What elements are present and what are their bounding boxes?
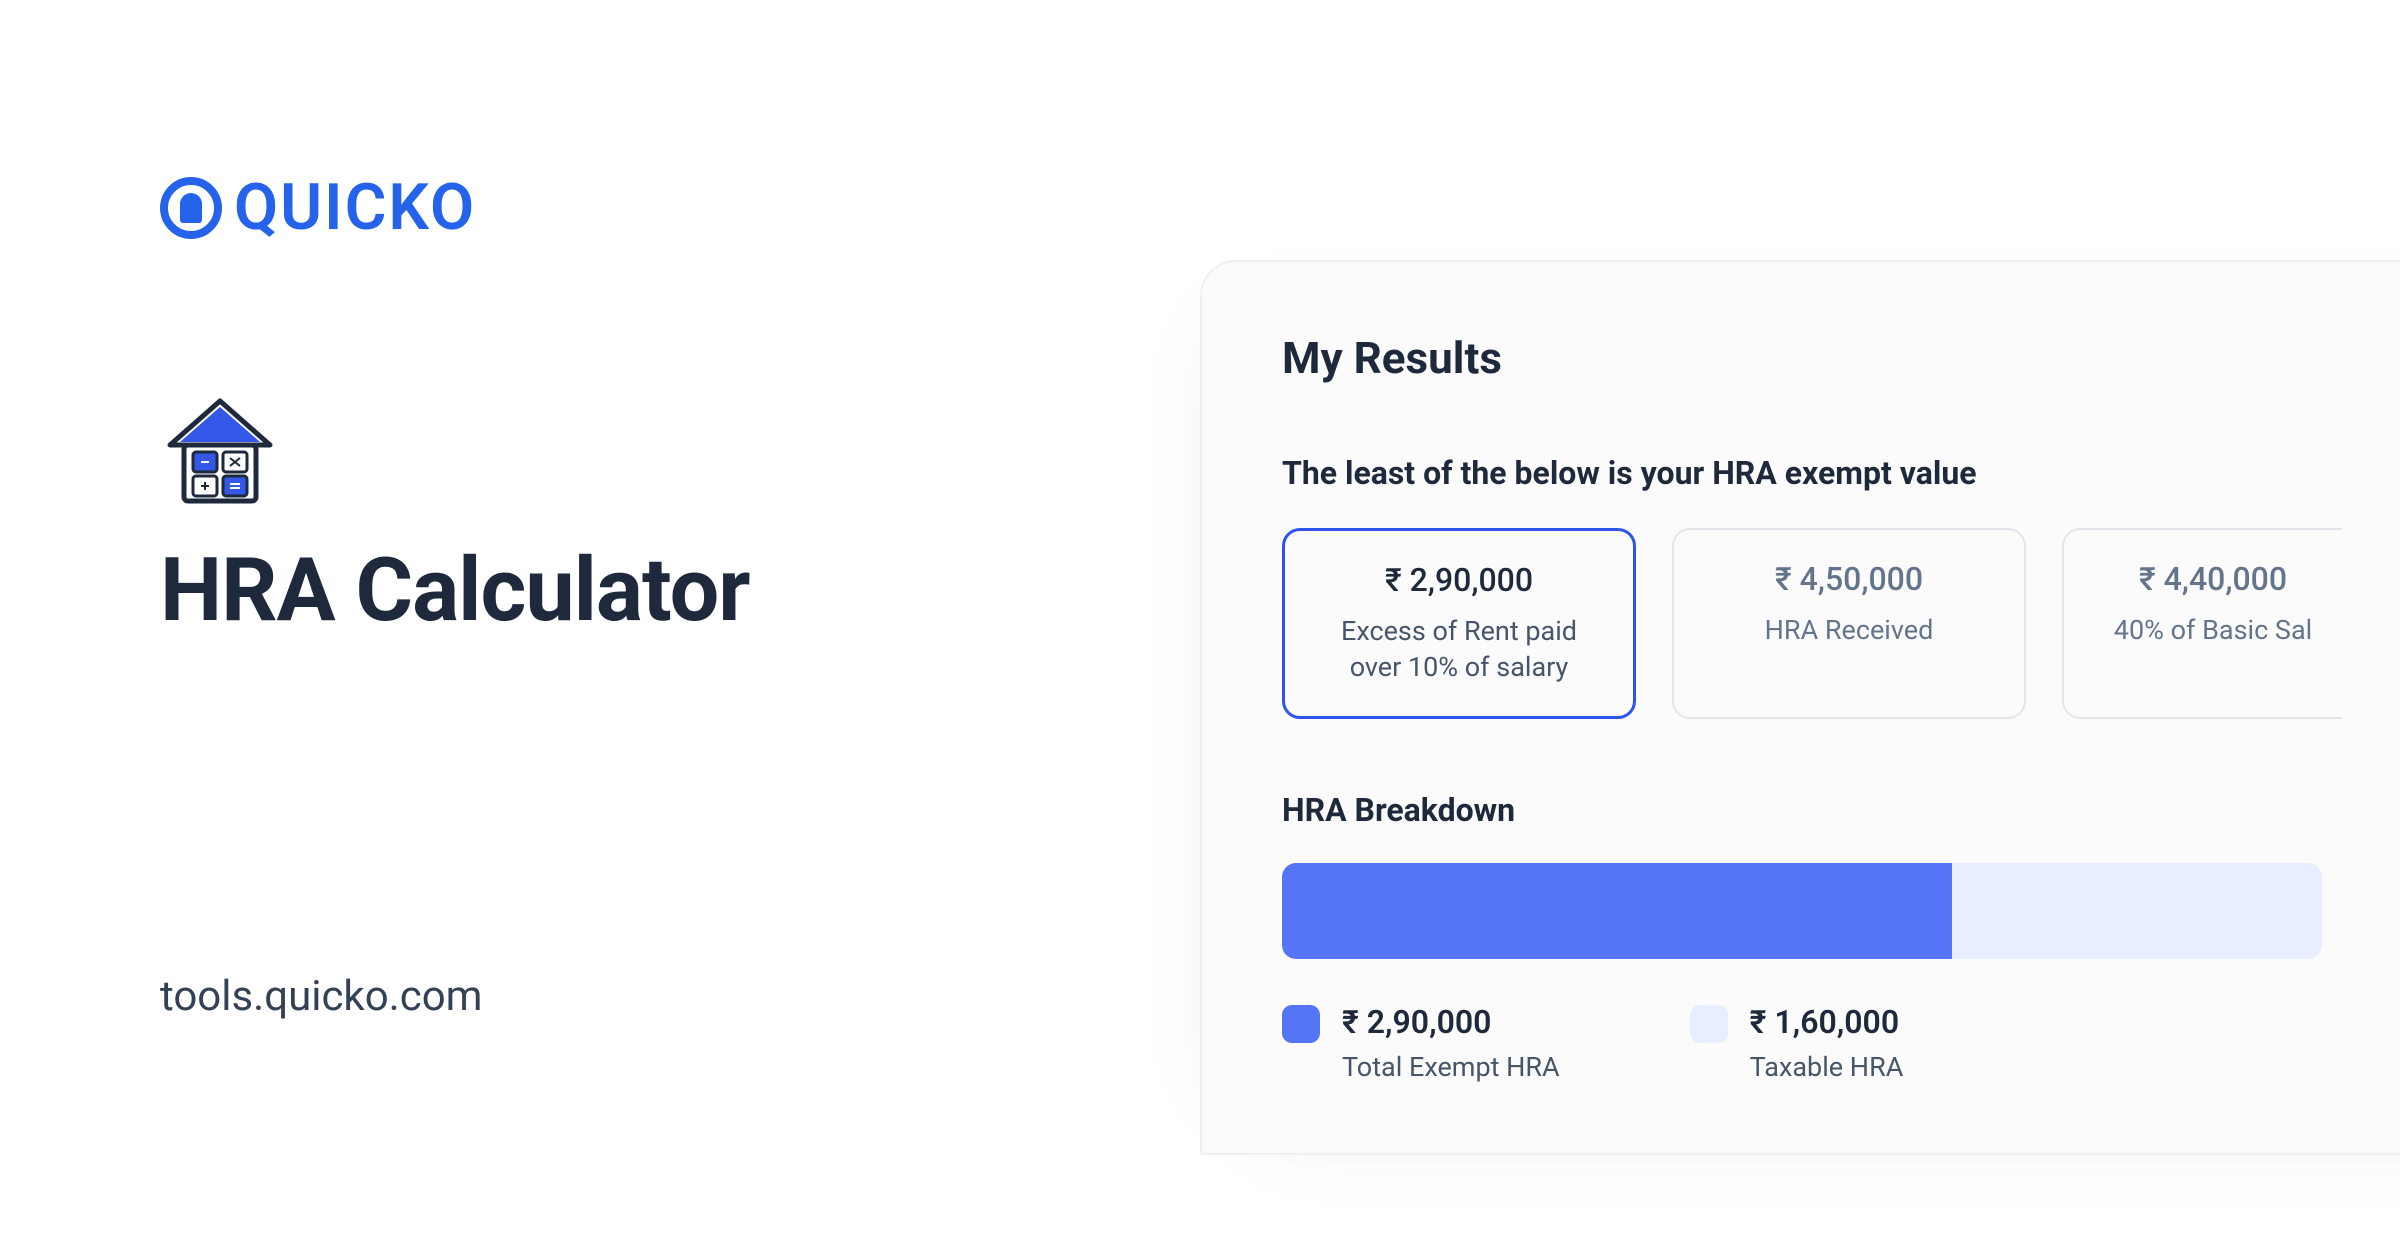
legend-taxable: ₹ 1,60,000 Taxable HRA bbox=[1690, 1003, 1904, 1083]
legend-value: ₹ 2,90,000 bbox=[1342, 1003, 1560, 1041]
legend-value: ₹ 1,60,000 bbox=[1750, 1003, 1904, 1041]
result-tiles: ₹ 2,90,000 Excess of Rent paid over 10% … bbox=[1282, 528, 2400, 719]
page-title: HRA Calculator bbox=[160, 539, 1100, 642]
results-heading: My Results bbox=[1282, 332, 2400, 384]
tile-basic-salary-pct[interactable]: ₹ 4,40,000 40% of Basic Sal bbox=[2062, 528, 2342, 719]
legend-name: Total Exempt HRA bbox=[1342, 1051, 1560, 1083]
breakdown-legend: ₹ 2,90,000 Total Exempt HRA ₹ 1,60,000 T… bbox=[1282, 1003, 2400, 1083]
legend-name: Taxable HRA bbox=[1750, 1051, 1904, 1083]
site-url: tools.quicko.com bbox=[160, 972, 1100, 1021]
legend-swatch-icon bbox=[1282, 1005, 1320, 1043]
tile-excess-rent[interactable]: ₹ 2,90,000 Excess of Rent paid over 10% … bbox=[1282, 528, 1636, 719]
tile-hra-received[interactable]: ₹ 4,50,000 HRA Received bbox=[1672, 528, 2026, 719]
tile-label: HRA Received bbox=[1694, 612, 2004, 648]
tile-amount: ₹ 4,50,000 bbox=[1694, 560, 2004, 598]
results-subhead: The least of the below is your HRA exemp… bbox=[1282, 454, 2400, 492]
legend-exempt: ₹ 2,90,000 Total Exempt HRA bbox=[1282, 1003, 1560, 1083]
breakdown-bar bbox=[1282, 863, 2322, 959]
tile-amount: ₹ 4,40,000 bbox=[2084, 560, 2342, 598]
tile-label: 40% of Basic Sal bbox=[2084, 612, 2342, 648]
breakdown-bar-exempt bbox=[1282, 863, 1952, 959]
brand-logo-icon bbox=[160, 177, 222, 239]
brand-logo: QUICKO bbox=[160, 170, 1100, 245]
tile-label: Excess of Rent paid over 10% of salary bbox=[1305, 613, 1613, 686]
tile-amount: ₹ 2,90,000 bbox=[1305, 561, 1613, 599]
legend-swatch-icon bbox=[1690, 1005, 1728, 1043]
brand-name: QUICKO bbox=[234, 170, 476, 245]
breakdown-heading: HRA Breakdown bbox=[1282, 791, 2400, 829]
results-card: My Results The least of the below is you… bbox=[1200, 260, 2400, 1155]
house-calculator-icon bbox=[160, 395, 280, 509]
